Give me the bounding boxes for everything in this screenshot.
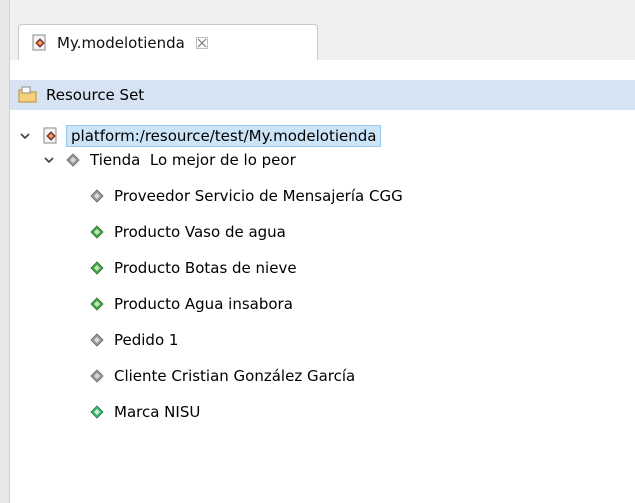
tree-node-child-label: Marca NISU [114,403,201,421]
model-file-icon [42,127,60,145]
left-border [0,0,10,503]
editor-window: My.modelotienda Resource Set platform:/r… [0,0,635,503]
diamond-gray-icon [66,153,80,167]
tienda-type: Tienda [90,151,141,169]
editor-tab[interactable]: My.modelotienda [18,24,318,61]
tree-node-resource[interactable]: platform:/resource/test/My.modelotienda [18,124,382,148]
tree-node-child[interactable]: Marca NISU [90,400,200,424]
chevron-down-icon[interactable] [18,129,32,143]
tree-node-tienda[interactable]: Tienda Lo mejor de lo peor [42,148,296,172]
diamond-green-icon [90,405,104,419]
diamond-gray-icon [90,369,104,383]
diamond-gray-icon [90,333,104,347]
resource-set-label: Resource Set [46,86,145,104]
diamond-green-icon [90,261,104,275]
tienda-name: Lo mejor de lo peor [149,151,296,169]
tree-node-child-label: Producto Botas de nieve [114,259,297,277]
resource-set-icon [18,86,38,104]
tree-node-child-label: Cliente Cristian González García [114,367,356,385]
tree-node-tienda-label: Tienda Lo mejor de lo peor [90,151,296,169]
editor-tab-label: My.modelotienda [57,34,185,52]
tree-node-child[interactable]: Producto Botas de nieve [90,256,297,280]
top-strip [0,0,635,12]
tree-node-child-label: Proveedor Servicio de Mensajería CGG [114,187,403,205]
tree-node-resource-label: platform:/resource/test/My.modelotienda [66,125,382,147]
tree-node-child-label: Pedido 1 [114,331,179,349]
diamond-green-icon [90,297,104,311]
model-file-icon [31,34,49,52]
tree-node-child-label: Producto Agua insabora [114,295,293,313]
tree-node-child[interactable]: Producto Agua insabora [90,292,293,316]
tree-node-child-label: Producto Vaso de agua [114,223,286,241]
tree-node-child[interactable]: Proveedor Servicio de Mensajería CGG [90,184,403,208]
tree-node-child[interactable]: Cliente Cristian González García [90,364,355,388]
diamond-green-icon [90,225,104,239]
diamond-gray-icon [90,189,104,203]
tree-node-child[interactable]: Producto Vaso de agua [90,220,286,244]
editor-tab-bar: My.modelotienda [10,12,635,61]
close-icon[interactable] [195,36,209,50]
tree-node-child[interactable]: Pedido 1 [90,328,178,352]
chevron-down-icon[interactable] [42,153,56,167]
tree-editor-content: Resource Set platform:/resource/test/My.… [10,60,635,503]
resource-set-header[interactable]: Resource Set [10,80,635,110]
